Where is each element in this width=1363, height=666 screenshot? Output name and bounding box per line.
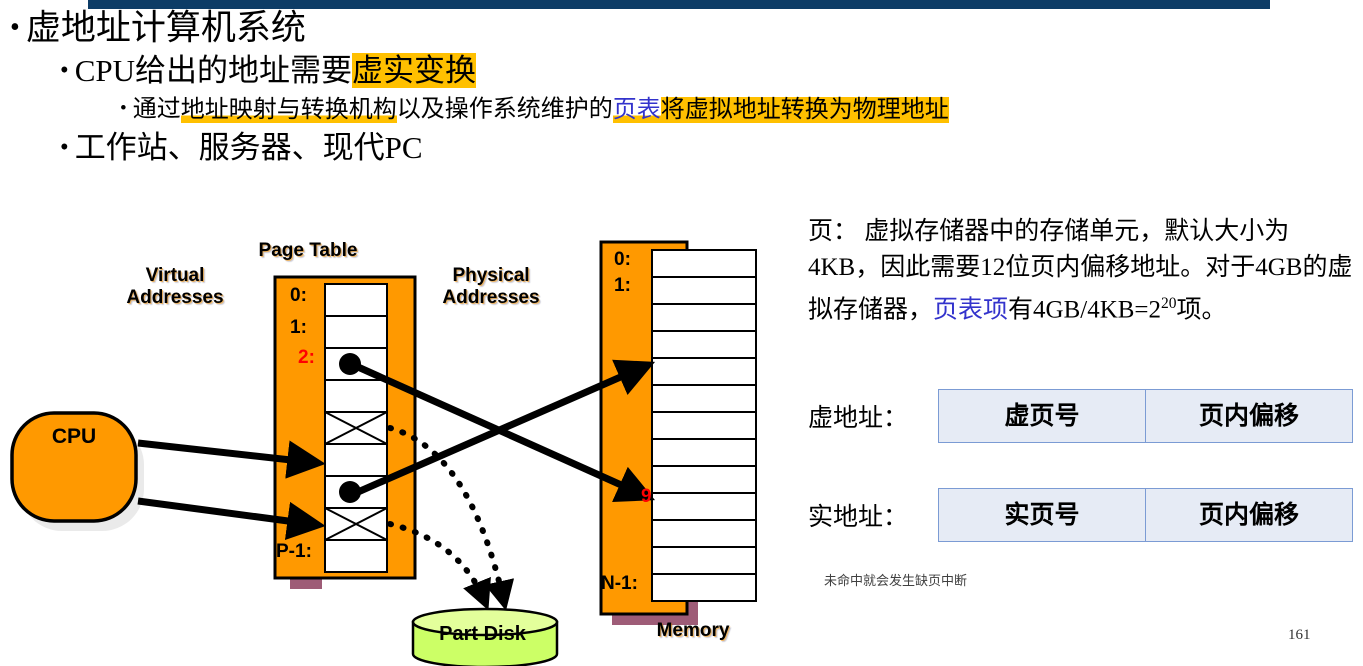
bullet-level2a-highlight: 虚实变换 [352, 53, 476, 89]
bullet-level3: • 通过地址映射与转换机构以及操作系统维护的页表将虚拟地址转换为物理地址 [0, 92, 1363, 126]
page-fault-note: 未命中就会发生缺页中断 [824, 573, 968, 588]
bullet-glyph: • [60, 57, 69, 85]
virtual-address-table: 虚页号 页内偏移 [938, 389, 1353, 443]
physical-page-number-cell: 实页号 [1004, 501, 1080, 529]
page-table-row-label-1: 1: [290, 317, 307, 338]
bullet-level1: • 虚地址计算机系统 [0, 6, 1363, 50]
bullet-level3-highlight-b: 将虚拟地址转换为物理地址 [660, 96, 949, 123]
physical-address-layout: 实地址： 实页号 页内偏移 [808, 488, 1353, 542]
bullet-level3-highlight-a: 地址映射与转换机构 [180, 96, 397, 123]
memory-title: Memory [656, 620, 730, 641]
page-table-entry-dot-2 [339, 353, 361, 375]
slide-page-number: 161 [1288, 627, 1311, 643]
bullet-level2b-text: 工作站、服务器、现代PC [74, 129, 423, 165]
page-table-entry-dot-6 [339, 481, 361, 503]
bullet-level3-part3: 以及操作系统维护的 [396, 96, 613, 123]
bullet-glyph: • [120, 98, 127, 120]
physical-addresses-label: Physical Addresses [416, 265, 566, 309]
page-table-row-label-0: 0: [290, 285, 307, 306]
virtual-page-number-cell: 虚页号 [1004, 402, 1080, 430]
explanation-segment-4: 项。 [1176, 296, 1227, 324]
bullet-level2-a: • CPU给出的地址需要虚实变换 [0, 50, 1363, 92]
bullet-glyph: • [10, 12, 20, 43]
memory-row-label-1: 1: [614, 275, 631, 296]
cpu-label: CPU [51, 425, 97, 448]
bullet-glyph: • [60, 133, 69, 161]
page-table-row-label-2: 2: [298, 347, 315, 368]
physical-address-table: 实页号 页内偏移 [938, 488, 1353, 542]
memory-cells [651, 249, 757, 602]
virtual-addresses-line1: Virtual [145, 265, 205, 286]
virtual-memory-diagram: Page Table Virtual Addresses Physical Ad… [0, 205, 820, 666]
part-disk-label: Part Disk [439, 623, 526, 645]
page-table-title: Page Table [258, 240, 358, 261]
explanation-segment-3: 有4GB/4KB=2 [1008, 296, 1162, 324]
memory-row-label-last: N-1: [601, 573, 638, 594]
physical-page-offset-cell: 页内偏移 [1145, 489, 1352, 541]
bullet-level2a-plain: CPU给出的地址需要 [74, 53, 352, 89]
page-explanation-paragraph: 页： 虚拟存储器中的存储单元，默认大小为4KB，因此需要12位页内偏移地址。对于… [808, 214, 1360, 328]
physical-addresses-line2: Addresses [442, 287, 540, 308]
explanation-exponent: 20 [1161, 295, 1177, 312]
bullet-level3-part1: 通过 [132, 96, 181, 123]
virtual-address-layout: 虚地址： 虚页号 页内偏移 [808, 389, 1353, 443]
memory-red-marker: 9 [641, 486, 652, 507]
bullet-level2-b: • 工作站、服务器、现代PC [0, 127, 1363, 169]
memory-row-label-0: 0: [614, 249, 631, 270]
virtual-addresses-label: Virtual Addresses [110, 265, 240, 309]
physical-addresses-line1: Physical [452, 265, 530, 286]
explanation-pte-term: 页表项 [933, 296, 1009, 324]
virtual-page-offset-cell: 页内偏移 [1145, 390, 1352, 442]
physical-address-caption: 实地址： [808, 504, 909, 531]
page-table-row-label-last: P-1: [276, 541, 312, 562]
bullet-text-block: • 虚地址计算机系统 • CPU给出的地址需要虚实变换 • 通过地址映射与转换机构以及… [0, 6, 1363, 169]
virtual-address-caption: 虚地址： [808, 405, 909, 432]
virtual-addresses-line2: Addresses [126, 287, 224, 308]
bullet-level3-pagetable-term: 页表 [612, 96, 661, 123]
bullet-level1-text: 虚地址计算机系统 [25, 8, 306, 48]
